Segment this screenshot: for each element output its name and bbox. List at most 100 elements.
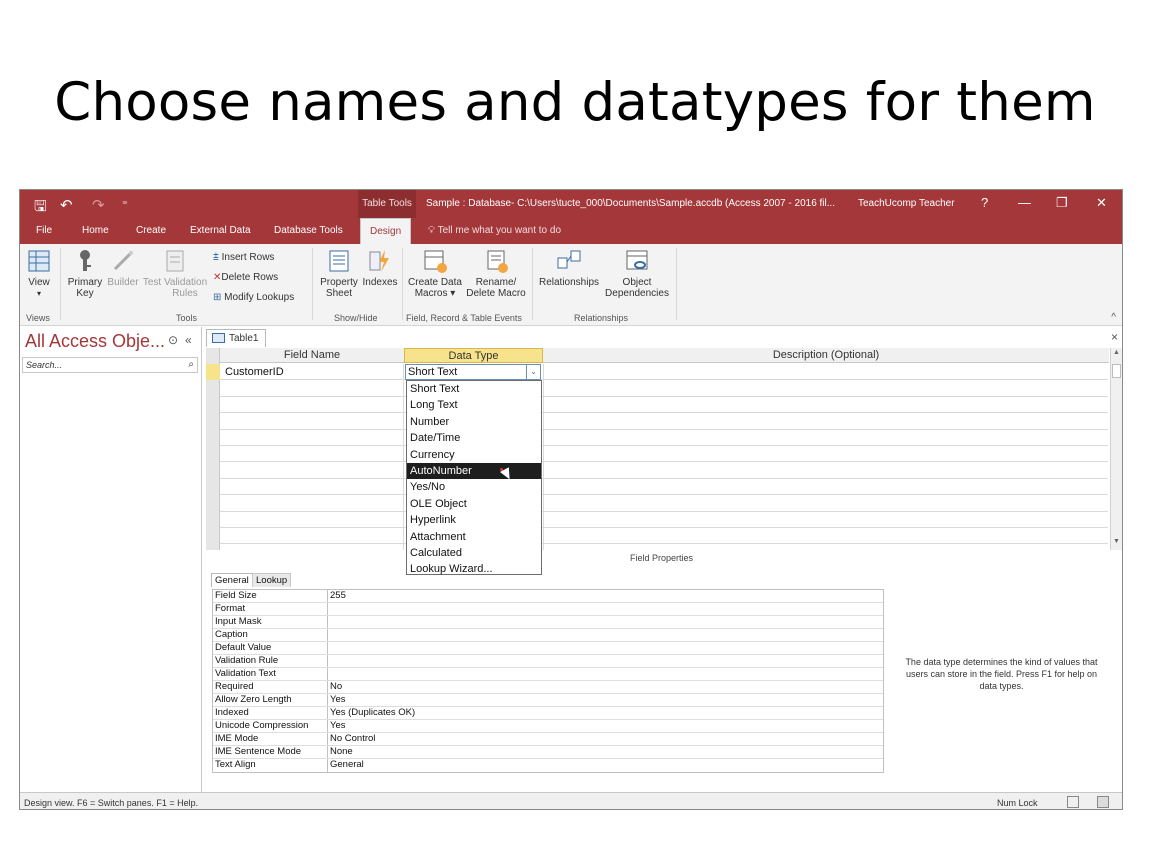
dropdown-option-number[interactable]: Number — [407, 414, 541, 430]
scroll-thumb[interactable] — [1112, 364, 1121, 378]
prop-value[interactable]: Yes — [330, 720, 346, 732]
table-row[interactable]: Required No — [213, 681, 883, 694]
dropdown-option-long-text[interactable]: Long Text — [407, 397, 541, 413]
close-button[interactable]: ✕ — [1096, 195, 1107, 211]
document-tab-table1[interactable]: Table1 — [206, 329, 266, 347]
table-row[interactable]: Input Mask — [213, 616, 883, 629]
prop-value[interactable]: 255 — [330, 590, 346, 602]
table-row[interactable] — [220, 397, 1108, 414]
property-sheet-button[interactable]: Property Sheet — [318, 248, 360, 299]
column-header-data-type[interactable]: Data Type — [404, 348, 543, 363]
object-dependencies-button[interactable]: Object Dependencies — [604, 248, 670, 299]
undo-icon[interactable]: ↶ — [60, 196, 73, 214]
collapse-ribbon-icon[interactable]: ^ — [1111, 312, 1116, 323]
column-header-field-name[interactable]: Field Name — [220, 348, 404, 363]
prop-value[interactable]: None — [330, 746, 353, 758]
group-separator — [60, 248, 61, 320]
scroll-down-icon[interactable]: ▼ — [1113, 538, 1120, 545]
tab-lookup[interactable]: Lookup — [252, 573, 292, 587]
dropdown-option-calculated[interactable]: Calculated — [407, 545, 541, 561]
nav-menu-icon[interactable]: ⊙ — [168, 333, 178, 347]
property-sheet-icon — [329, 250, 349, 272]
table-row[interactable]: Validation Text — [213, 668, 883, 681]
relationships-button[interactable]: Relationships — [536, 248, 602, 288]
table-row[interactable] — [220, 462, 1108, 479]
table-row[interactable]: Default Value — [213, 642, 883, 655]
tab-design[interactable]: Design — [360, 218, 412, 244]
table-row[interactable] — [220, 495, 1108, 512]
table-row[interactable]: Validation Rule — [213, 655, 883, 668]
row-selector-column[interactable] — [206, 348, 220, 550]
dropdown-option-autonumber[interactable]: AutoNumber — [407, 462, 541, 482]
indexes-button[interactable]: Indexes — [362, 248, 398, 288]
rename-delete-macro-button[interactable]: Rename/Delete Macro — [466, 248, 526, 299]
table-row[interactable] — [220, 430, 1108, 446]
table-row[interactable] — [220, 380, 1108, 397]
table-row[interactable]: Field Size 255 — [213, 590, 883, 603]
tab-create[interactable]: Create — [136, 218, 166, 244]
table-row[interactable]: Allow Zero Length Yes — [213, 694, 883, 707]
prop-value[interactable]: General — [330, 759, 364, 771]
tab-general[interactable]: General — [211, 573, 253, 587]
design-view-icon[interactable] — [1097, 796, 1109, 808]
table-row[interactable]: IME Sentence Mode None — [213, 746, 883, 759]
table-row[interactable] — [220, 528, 1108, 545]
redo-icon[interactable]: ↷ — [92, 196, 105, 214]
column-header-description[interactable]: Description (Optional) — [543, 348, 1109, 363]
table-row[interactable] — [220, 479, 1108, 496]
close-document-icon[interactable]: × — [1111, 330, 1118, 344]
current-row-selector[interactable] — [206, 364, 220, 380]
insert-rows-button[interactable]: ⩲ Insert Rows — [213, 252, 274, 263]
nav-collapse-icon[interactable]: « — [185, 333, 192, 347]
tab-database-tools[interactable]: Database Tools — [274, 218, 343, 244]
prop-value[interactable]: No — [330, 681, 342, 693]
table-row[interactable]: Format — [213, 603, 883, 616]
customize-quick-access-icon[interactable]: ⁼ — [122, 198, 128, 211]
delete-rows-button[interactable]: ✕Delete Rows — [213, 272, 278, 283]
dropdown-option-yes-no[interactable]: Yes/No — [407, 479, 541, 495]
table-row[interactable]: Indexed Yes (Duplicates OK) — [213, 707, 883, 720]
prop-value[interactable]: Yes — [330, 694, 346, 706]
dropdown-option-date-time[interactable]: Date/Time — [407, 430, 541, 446]
table-row[interactable]: IME Mode No Control — [213, 733, 883, 746]
primary-key-label: Primary — [67, 277, 103, 288]
grid-scrollbar[interactable]: ▲ ▼ — [1110, 348, 1122, 550]
create-data-macros-button[interactable]: Create Data Macros ▾ — [406, 248, 464, 299]
tab-home[interactable]: Home — [82, 218, 109, 244]
dropdown-option-attachment[interactable]: Attachment — [407, 529, 541, 545]
nav-pane-title[interactable]: All Access Obje... — [25, 331, 165, 352]
prop-value[interactable]: Yes (Duplicates OK) — [330, 707, 415, 719]
builder-button[interactable]: Builder — [106, 248, 140, 288]
navigation-pane: All Access Obje... ⊙ « Search... ⌕ — [20, 327, 202, 792]
table-row[interactable]: Text Align General — [213, 759, 883, 772]
test-validation-rules-button[interactable]: Test Validation Rules — [142, 248, 208, 299]
dropdown-option-hyperlink[interactable]: Hyperlink — [407, 512, 541, 528]
table-row[interactable] — [220, 512, 1108, 528]
user-name[interactable]: TeachUcomp Teacher — [858, 198, 955, 209]
tab-file[interactable]: File — [36, 218, 52, 244]
tab-external-data[interactable]: External Data — [190, 218, 251, 244]
restore-button[interactable]: ❐ — [1056, 195, 1068, 211]
view-button[interactable]: View ▾ — [24, 248, 54, 299]
nav-search-input[interactable]: Search... ⌕ — [22, 357, 198, 373]
table-row[interactable]: Unicode Compression Yes — [213, 720, 883, 733]
dropdown-option-ole-object[interactable]: OLE Object — [407, 496, 541, 512]
help-button[interactable]: ? — [981, 195, 988, 210]
primary-key-button[interactable]: Primary Key — [66, 248, 104, 299]
prop-value[interactable]: No Control — [330, 733, 375, 745]
tell-me-box[interactable]: 💡︎ Tell me what you want to do — [428, 218, 561, 244]
data-type-combo[interactable]: Short Text ⌄ — [405, 364, 541, 380]
table-row[interactable]: Caption — [213, 629, 883, 642]
dropdown-option-lookup-wizard[interactable]: Lookup Wizard... — [407, 561, 541, 577]
dropdown-option-short-text[interactable]: Short Text — [407, 381, 541, 397]
table-row[interactable] — [220, 446, 1108, 463]
dropdown-option-currency[interactable]: Currency — [407, 447, 541, 463]
minimize-button[interactable]: — — [1018, 195, 1031, 210]
scroll-up-icon[interactable]: ▲ — [1113, 349, 1120, 356]
search-icon[interactable]: ⌕ — [188, 358, 194, 372]
datasheet-view-icon[interactable] — [1067, 796, 1079, 808]
chevron-down-icon[interactable]: ⌄ — [526, 365, 540, 379]
table-row[interactable] — [220, 413, 1108, 430]
modify-lookups-button[interactable]: ⊞ Modify Lookups — [213, 292, 294, 303]
field-name-cell[interactable]: CustomerID — [223, 364, 383, 380]
